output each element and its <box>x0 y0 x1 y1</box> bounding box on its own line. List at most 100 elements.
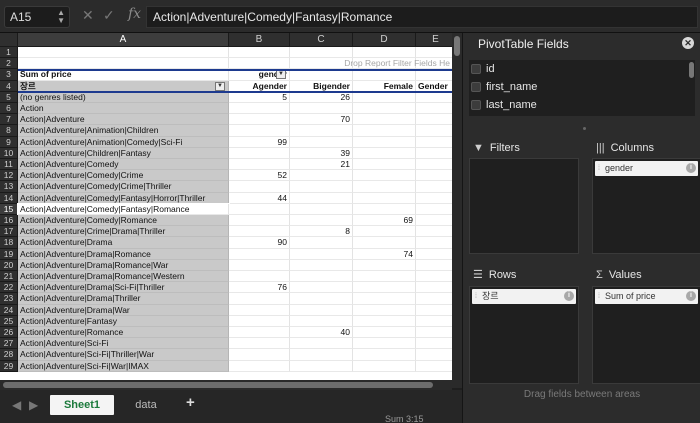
cell-b24[interactable] <box>229 304 290 316</box>
row-header[interactable]: 7 <box>0 114 18 126</box>
field-item-last-name[interactable]: last_name <box>471 97 537 114</box>
row-header[interactable]: 5 <box>0 91 18 103</box>
row-header[interactable]: 21 <box>0 271 18 283</box>
cell-c26[interactable]: 40 <box>290 327 353 339</box>
cell-e11[interactable] <box>416 159 452 171</box>
cell-b29[interactable] <box>229 360 290 372</box>
cell-b7[interactable] <box>229 114 290 126</box>
cell-e28[interactable] <box>416 349 452 361</box>
cell-d12[interactable] <box>353 170 416 182</box>
cell-c8[interactable] <box>290 125 353 137</box>
row-header[interactable]: 15 <box>0 203 18 215</box>
cell-b6[interactable] <box>229 103 290 115</box>
row-header[interactable]: 2 <box>0 58 18 70</box>
cell-e27[interactable] <box>416 338 452 350</box>
drag-handle-icon[interactable]: ⁞ <box>598 289 600 304</box>
cell-c13[interactable] <box>290 181 353 193</box>
cell-e23[interactable] <box>416 293 452 305</box>
cell-a7[interactable]: Action|Adventure <box>18 114 229 126</box>
drag-handle-icon[interactable]: ⁞ <box>598 161 600 176</box>
row-header[interactable]: 26 <box>0 327 18 339</box>
cell-d9[interactable] <box>353 136 416 148</box>
row-header[interactable]: 6 <box>0 103 18 115</box>
cell-c19[interactable] <box>290 248 353 260</box>
cell-c20[interactable] <box>290 259 353 271</box>
row-header[interactable]: 28 <box>0 349 18 361</box>
cell-e17[interactable] <box>416 226 452 238</box>
cell-c21[interactable] <box>290 271 353 283</box>
cell-c5[interactable]: 26 <box>290 91 353 103</box>
cell-c17[interactable]: 8 <box>290 226 353 238</box>
cell-e9[interactable] <box>416 137 452 148</box>
cell-b17[interactable] <box>229 226 290 238</box>
cell-d19[interactable]: 74 <box>353 248 416 260</box>
values-field-chip[interactable]: ⁞ Sum of price i <box>595 289 698 304</box>
cell-c14[interactable] <box>290 192 353 204</box>
cell-a27[interactable]: Action|Adventure|Sci-Fi <box>18 338 229 350</box>
checkbox-icon[interactable] <box>471 100 481 111</box>
cell-d13[interactable] <box>353 181 416 193</box>
cell-d11[interactable] <box>353 159 416 171</box>
row-header[interactable]: 3 <box>0 69 18 81</box>
name-box-stepper-icon[interactable]: ▲ ▼ <box>57 9 65 25</box>
cell-a19[interactable]: Action|Adventure|Drama|Romance <box>18 248 229 260</box>
cell-e26[interactable] <box>416 327 452 339</box>
cell-e7[interactable] <box>416 114 452 126</box>
row-header[interactable]: 19 <box>0 248 18 260</box>
cell-e5[interactable] <box>416 92 452 103</box>
cell-d7[interactable] <box>353 114 416 126</box>
row-header[interactable]: 11 <box>0 159 18 171</box>
columns-area[interactable]: ⁞ gender i <box>592 158 700 254</box>
cell-b5[interactable]: 5 <box>229 91 290 103</box>
row-header[interactable]: 14 <box>0 192 18 204</box>
info-icon[interactable]: i <box>564 291 574 301</box>
cell-c7[interactable]: 70 <box>290 114 353 126</box>
filters-area[interactable] <box>469 158 579 254</box>
cell-c9[interactable] <box>290 136 353 148</box>
cell-e21[interactable] <box>416 271 452 283</box>
cell-e25[interactable] <box>416 316 452 327</box>
cell-b1[interactable] <box>229 47 290 59</box>
row-header[interactable]: 1 <box>0 47 18 59</box>
cell-a5[interactable]: (no genres listed) <box>18 91 229 103</box>
genre-filter-dropdown-icon[interactable]: ▼ <box>215 81 225 91</box>
cell-d26[interactable] <box>353 327 416 339</box>
prev-sheet-icon[interactable]: ◀ <box>12 398 21 412</box>
field-item-id[interactable]: id <box>471 61 495 78</box>
cell-c15[interactable] <box>290 203 353 215</box>
cell-e18[interactable] <box>416 237 452 249</box>
row-header[interactable]: 20 <box>0 259 18 271</box>
cell-b23[interactable] <box>229 293 290 305</box>
columns-field-chip[interactable]: ⁞ gender i <box>595 161 698 176</box>
horizontal-scrollbar[interactable] <box>0 380 452 390</box>
cell-c29[interactable] <box>290 360 353 372</box>
row-header[interactable]: 13 <box>0 181 18 193</box>
cell-d28[interactable] <box>353 349 416 361</box>
cell-b28[interactable] <box>229 349 290 361</box>
row-header[interactable]: 16 <box>0 215 18 227</box>
checkbox-icon[interactable] <box>471 82 481 93</box>
cell-b26[interactable] <box>229 327 290 339</box>
cell-a28[interactable]: Action|Adventure|Sci-Fi|Thriller|War <box>18 349 229 361</box>
cell-e8[interactable] <box>416 125 452 137</box>
cell-c11[interactable]: 21 <box>290 159 353 171</box>
spreadsheet-grid[interactable]: A B C D E 1 2 Drop Report Filter Fields He… <box>0 33 452 388</box>
cell-a22[interactable]: Action|Adventure|Drama|Sci-Fi|Thriller <box>18 282 229 294</box>
vertical-scroll-thumb[interactable] <box>454 36 460 56</box>
tab-data[interactable]: data <box>120 395 172 415</box>
row-header[interactable]: 23 <box>0 293 18 305</box>
row-header[interactable]: 9 <box>0 136 18 148</box>
cancel-icon[interactable]: ✕ <box>82 7 94 24</box>
cell-d24[interactable] <box>353 304 416 316</box>
cell-d6[interactable] <box>353 103 416 115</box>
cell-e29[interactable] <box>416 361 452 372</box>
cell-a20[interactable]: Action|Adventure|Drama|Romance|War <box>18 259 229 271</box>
cell-d10[interactable] <box>353 147 416 159</box>
add-sheet-button[interactable]: + <box>186 394 195 411</box>
next-sheet-icon[interactable]: ▶ <box>29 398 38 412</box>
function-icon[interactable]: fx <box>128 6 141 22</box>
cell-b22[interactable]: 76 <box>229 282 290 294</box>
info-icon[interactable]: i <box>686 291 696 301</box>
values-area[interactable]: ⁞ Sum of price i <box>592 286 700 384</box>
cell-a15[interactable]: Action|Adventure|Comedy|Fantasy|Romance <box>17 202 230 217</box>
